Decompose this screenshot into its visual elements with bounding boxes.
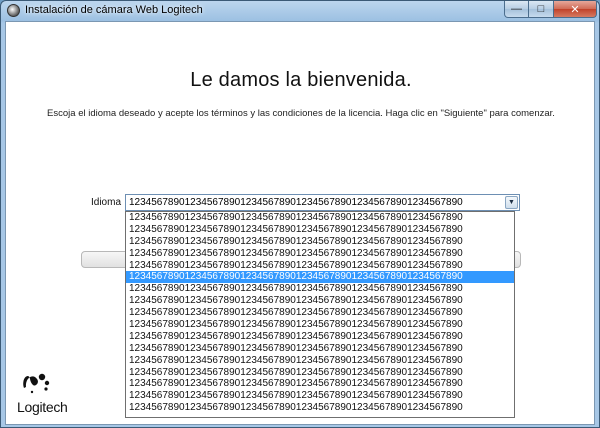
- instructions-text: Escoja el idioma deseado y acepte los té…: [47, 108, 555, 119]
- installer-window: Instalación de cámara Web Logitech — □ ✕…: [0, 0, 600, 428]
- language-option[interactable]: 1234567890123456789012345678901234567890…: [126, 224, 514, 236]
- language-label: Idioma: [91, 197, 122, 208]
- installer-content: Le damos la bienvenida. Escoja el idioma…: [5, 21, 595, 425]
- language-option[interactable]: 1234567890123456789012345678901234567890…: [126, 236, 514, 248]
- logitech-logo-icon: [23, 373, 50, 394]
- language-option[interactable]: 1234567890123456789012345678901234567890…: [126, 402, 514, 414]
- language-option[interactable]: 1234567890123456789012345678901234567890…: [126, 283, 514, 295]
- language-option[interactable]: 1234567890123456789012345678901234567890…: [126, 367, 514, 379]
- language-option[interactable]: 1234567890123456789012345678901234567890…: [126, 260, 514, 272]
- language-select[interactable]: 1234567890123456789012345678901234567890…: [125, 194, 520, 211]
- window-controls: — □ ✕: [504, 1, 597, 19]
- chevron-down-icon[interactable]: ▼: [505, 196, 518, 209]
- language-option[interactable]: 1234567890123456789012345678901234567890…: [126, 343, 514, 355]
- close-button[interactable]: ✕: [554, 1, 597, 18]
- language-dropdown-list[interactable]: 1234567890123456789012345678901234567890…: [125, 211, 515, 418]
- webcam-app-icon: [7, 4, 20, 17]
- language-option[interactable]: 1234567890123456789012345678901234567890…: [126, 212, 514, 224]
- language-option[interactable]: 1234567890123456789012345678901234567890…: [126, 307, 514, 319]
- close-icon: ✕: [570, 3, 580, 16]
- logitech-wordmark: Logitech: [17, 399, 68, 415]
- minimize-button[interactable]: —: [504, 1, 529, 18]
- page-title: Le damos la bienvenida.: [190, 69, 412, 91]
- language-option[interactable]: 1234567890123456789012345678901234567890…: [126, 378, 514, 390]
- language-option[interactable]: 1234567890123456789012345678901234567890…: [126, 355, 514, 367]
- logitech-logo: Logitech: [13, 368, 77, 420]
- title-bar[interactable]: Instalación de cámara Web Logitech — □ ✕: [1, 1, 599, 21]
- maximize-button[interactable]: □: [529, 1, 554, 18]
- minimize-icon: —: [511, 3, 522, 15]
- language-option[interactable]: 1234567890123456789012345678901234567890…: [126, 295, 514, 307]
- maximize-icon: □: [537, 3, 545, 15]
- language-option[interactable]: 1234567890123456789012345678901234567890…: [126, 390, 514, 402]
- window-title: Instalación de cámara Web Logitech: [25, 4, 203, 16]
- language-option[interactable]: 1234567890123456789012345678901234567890…: [126, 319, 514, 331]
- language-option-highlighted[interactable]: 1234567890123456789012345678901234567890…: [126, 271, 514, 284]
- language-option[interactable]: 1234567890123456789012345678901234567890…: [126, 248, 514, 260]
- language-option[interactable]: 1234567890123456789012345678901234567890…: [126, 331, 514, 343]
- language-selected-value: 1234567890123456789012345678901234567890…: [129, 197, 463, 208]
